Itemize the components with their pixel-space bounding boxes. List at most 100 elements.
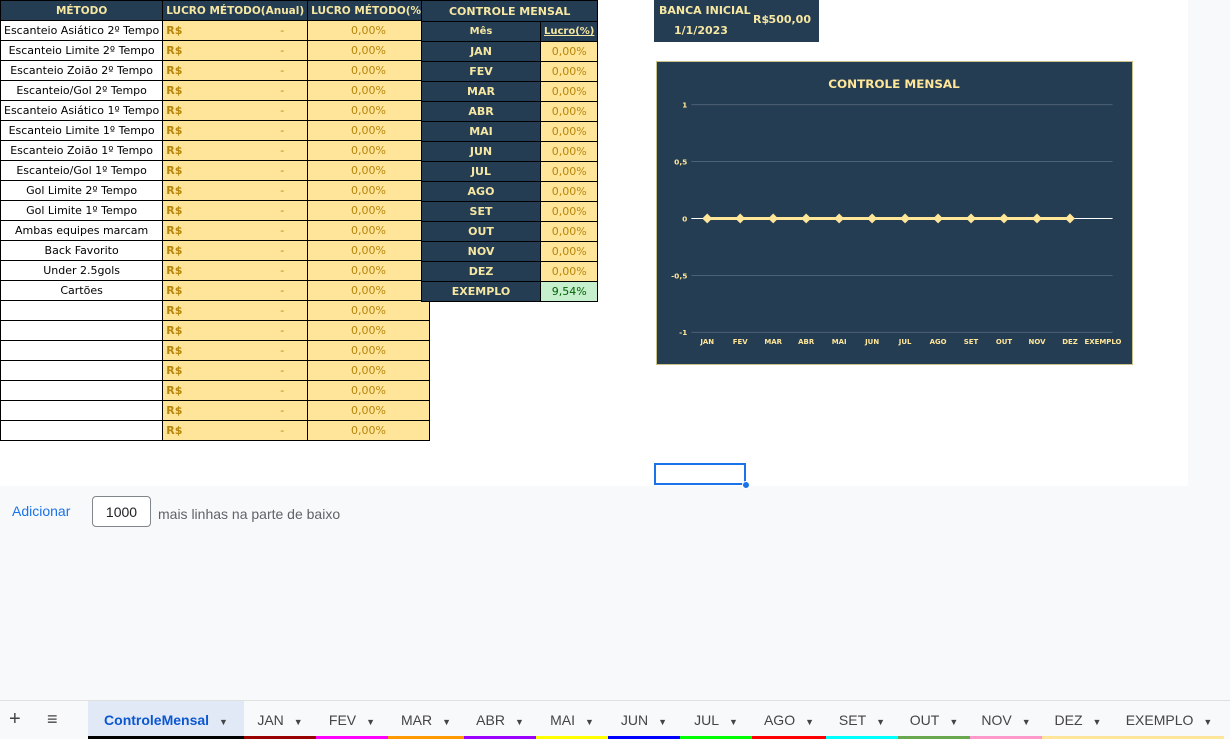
month-profit-cell[interactable]: 0,00% — [539, 241, 599, 262]
annual-profit-cell[interactable]: R$ - — [162, 100, 309, 121]
monthly-line-chart[interactable]: CONTROLE MENSAL 1 0,5 0 -0,5 -1 JAN FEV MAR ABR MA… — [656, 61, 1133, 365]
method-name-cell[interactable]: Escanteio Zoião 1º Tempo — [0, 140, 164, 161]
method-name-cell[interactable]: Escanteio Limite 2º Tempo — [0, 40, 164, 61]
method-name-cell[interactable]: Escanteio/Gol 2º Tempo — [0, 80, 164, 101]
add-rows-count-input[interactable] — [92, 496, 151, 527]
method-name-cell[interactable]: Under 2.5gols — [0, 260, 164, 281]
data-point[interactable] — [768, 213, 779, 224]
method-pct-cell[interactable]: 0,00% — [307, 100, 430, 121]
sheet-tab-set[interactable]: SET ▼ — [826, 701, 898, 739]
month-cell[interactable]: MAR — [421, 81, 541, 102]
data-point[interactable] — [999, 213, 1009, 224]
spreadsheet-grid[interactable]: MÉTODO LUCRO MÉTODO(Anual) LUCRO MÉTODO(… — [0, 0, 1188, 489]
annual-profit-cell[interactable]: R$ - — [162, 160, 309, 181]
method-pct-cell[interactable]: 0,00% — [307, 260, 430, 281]
month-cell[interactable]: DEZ — [421, 261, 541, 282]
method-pct-cell[interactable]: 0,00% — [307, 420, 430, 441]
chevron-down-icon[interactable]: ▼ — [1093, 717, 1102, 727]
monthly-table-title[interactable]: CONTROLE MENSAL — [420, 0, 599, 22]
chevron-down-icon[interactable]: ▼ — [876, 717, 885, 727]
month-profit-cell[interactable]: 0,00% — [539, 261, 599, 282]
method-pct-cell[interactable]: 0,00% — [307, 80, 430, 101]
header-lucro-anual[interactable]: LUCRO MÉTODO(Anual) — [162, 0, 309, 21]
method-pct-cell[interactable]: 0,00% — [307, 40, 430, 61]
annual-profit-cell[interactable]: R$ - — [162, 240, 309, 261]
annual-profit-cell[interactable]: R$ - — [162, 420, 309, 441]
sheet-tab-mar[interactable]: MAR ▼ — [388, 701, 464, 739]
method-name-cell[interactable]: Escanteio Asiático 1º Tempo — [0, 100, 164, 121]
chevron-down-icon[interactable]: ▼ — [729, 717, 738, 727]
month-profit-cell[interactable]: 0,00% — [539, 81, 599, 102]
month-cell[interactable]: MAI — [421, 121, 541, 142]
method-pct-cell[interactable]: 0,00% — [307, 400, 430, 421]
sheet-tab-mai[interactable]: MAI ▼ — [536, 701, 608, 739]
annual-profit-cell[interactable]: R$ - — [162, 140, 309, 161]
sheet-tab-abr[interactable]: ABR ▼ — [464, 701, 536, 739]
method-name-cell[interactable]: Gol Limite 1º Tempo — [0, 200, 164, 221]
method-name-cell[interactable]: Back Favorito — [0, 240, 164, 261]
method-name-cell[interactable] — [0, 380, 164, 401]
annual-profit-cell[interactable]: R$ - — [162, 300, 309, 321]
method-name-cell[interactable]: Escanteio Zoião 2º Tempo — [0, 60, 164, 81]
profit-column-header[interactable]: Lucro(%) — [539, 21, 599, 42]
annual-profit-cell[interactable]: R$ - — [162, 320, 309, 341]
month-cell[interactable]: JUL — [421, 161, 541, 182]
sheet-tab-out[interactable]: OUT ▼ — [898, 701, 970, 739]
chevron-down-icon[interactable]: ▼ — [442, 717, 451, 727]
method-pct-cell[interactable]: 0,00% — [307, 120, 430, 141]
method-pct-cell[interactable]: 0,00% — [307, 220, 430, 241]
month-cell[interactable]: EXEMPLO — [421, 281, 541, 302]
month-cell[interactable]: OUT — [421, 221, 541, 242]
month-cell[interactable]: JUN — [421, 141, 541, 162]
month-profit-cell[interactable]: 0,00% — [539, 141, 599, 162]
initial-bankroll-block[interactable]: BANCA INICIAL R$ 500,00 1/1/2023 — [654, 0, 819, 42]
data-point[interactable] — [933, 213, 944, 224]
method-pct-cell[interactable]: 0,00% — [307, 180, 430, 201]
method-pct-cell[interactable]: 0,00% — [307, 380, 430, 401]
sheet-tab-controlemensal[interactable]: ControleMensal ▼ — [88, 701, 244, 739]
annual-profit-cell[interactable]: R$ - — [162, 220, 309, 241]
selected-cell[interactable] — [654, 463, 746, 485]
method-pct-cell[interactable]: 0,00% — [307, 320, 430, 341]
month-cell[interactable]: FEV — [421, 61, 541, 82]
month-profit-cell[interactable]: 0,00% — [539, 181, 599, 202]
method-pct-cell[interactable]: 0,00% — [307, 360, 430, 381]
month-profit-cell[interactable]: 0,00% — [539, 61, 599, 82]
add-rows-link[interactable]: Adicionar — [12, 503, 70, 519]
month-profit-cell[interactable]: 9,54% — [539, 281, 599, 302]
method-name-cell[interactable] — [0, 300, 164, 321]
annual-profit-cell[interactable]: R$ - — [162, 280, 309, 301]
chevron-down-icon[interactable]: ▼ — [294, 717, 303, 727]
sheet-tab-exemplo[interactable]: EXEMPLO ▼ — [1114, 701, 1224, 739]
method-name-cell[interactable]: Escanteio Limite 1º Tempo — [0, 120, 164, 141]
method-pct-cell[interactable]: 0,00% — [307, 160, 430, 181]
method-name-cell[interactable] — [0, 320, 164, 341]
chevron-down-icon[interactable]: ▼ — [585, 717, 594, 727]
month-profit-cell[interactable]: 0,00% — [539, 41, 599, 62]
annual-profit-cell[interactable]: R$ - — [162, 400, 309, 421]
annual-profit-cell[interactable]: R$ - — [162, 60, 309, 81]
method-pct-cell[interactable]: 0,00% — [307, 280, 430, 301]
method-pct-cell[interactable]: 0,00% — [307, 240, 430, 261]
chevron-down-icon[interactable]: ▼ — [366, 717, 375, 727]
annual-profit-cell[interactable]: R$ - — [162, 260, 309, 281]
method-pct-cell[interactable]: 0,00% — [307, 200, 430, 221]
data-point[interactable] — [735, 213, 746, 224]
chevron-down-icon[interactable]: ▼ — [1022, 717, 1031, 727]
chevron-down-icon[interactable]: ▼ — [1203, 717, 1212, 727]
data-point[interactable] — [900, 213, 911, 224]
header-metodo[interactable]: MÉTODO — [0, 0, 164, 21]
fill-handle[interactable] — [742, 481, 750, 489]
data-point[interactable] — [834, 213, 845, 224]
month-cell[interactable]: SET — [421, 201, 541, 222]
sheet-tab-dez[interactable]: DEZ ▼ — [1042, 701, 1114, 739]
data-point[interactable] — [1032, 213, 1042, 224]
method-name-cell[interactable]: Escanteio Asiático 2º Tempo — [0, 20, 164, 41]
annual-profit-cell[interactable]: R$ - — [162, 40, 309, 61]
chevron-down-icon[interactable]: ▼ — [805, 717, 814, 727]
method-pct-cell[interactable]: 0,00% — [307, 300, 430, 321]
month-column-header[interactable]: Mês — [421, 21, 541, 42]
sheet-tab-fev[interactable]: FEV ▼ — [316, 701, 388, 739]
all-sheets-menu-icon[interactable]: ≡ — [47, 709, 58, 730]
month-profit-cell[interactable]: 0,00% — [539, 121, 599, 142]
